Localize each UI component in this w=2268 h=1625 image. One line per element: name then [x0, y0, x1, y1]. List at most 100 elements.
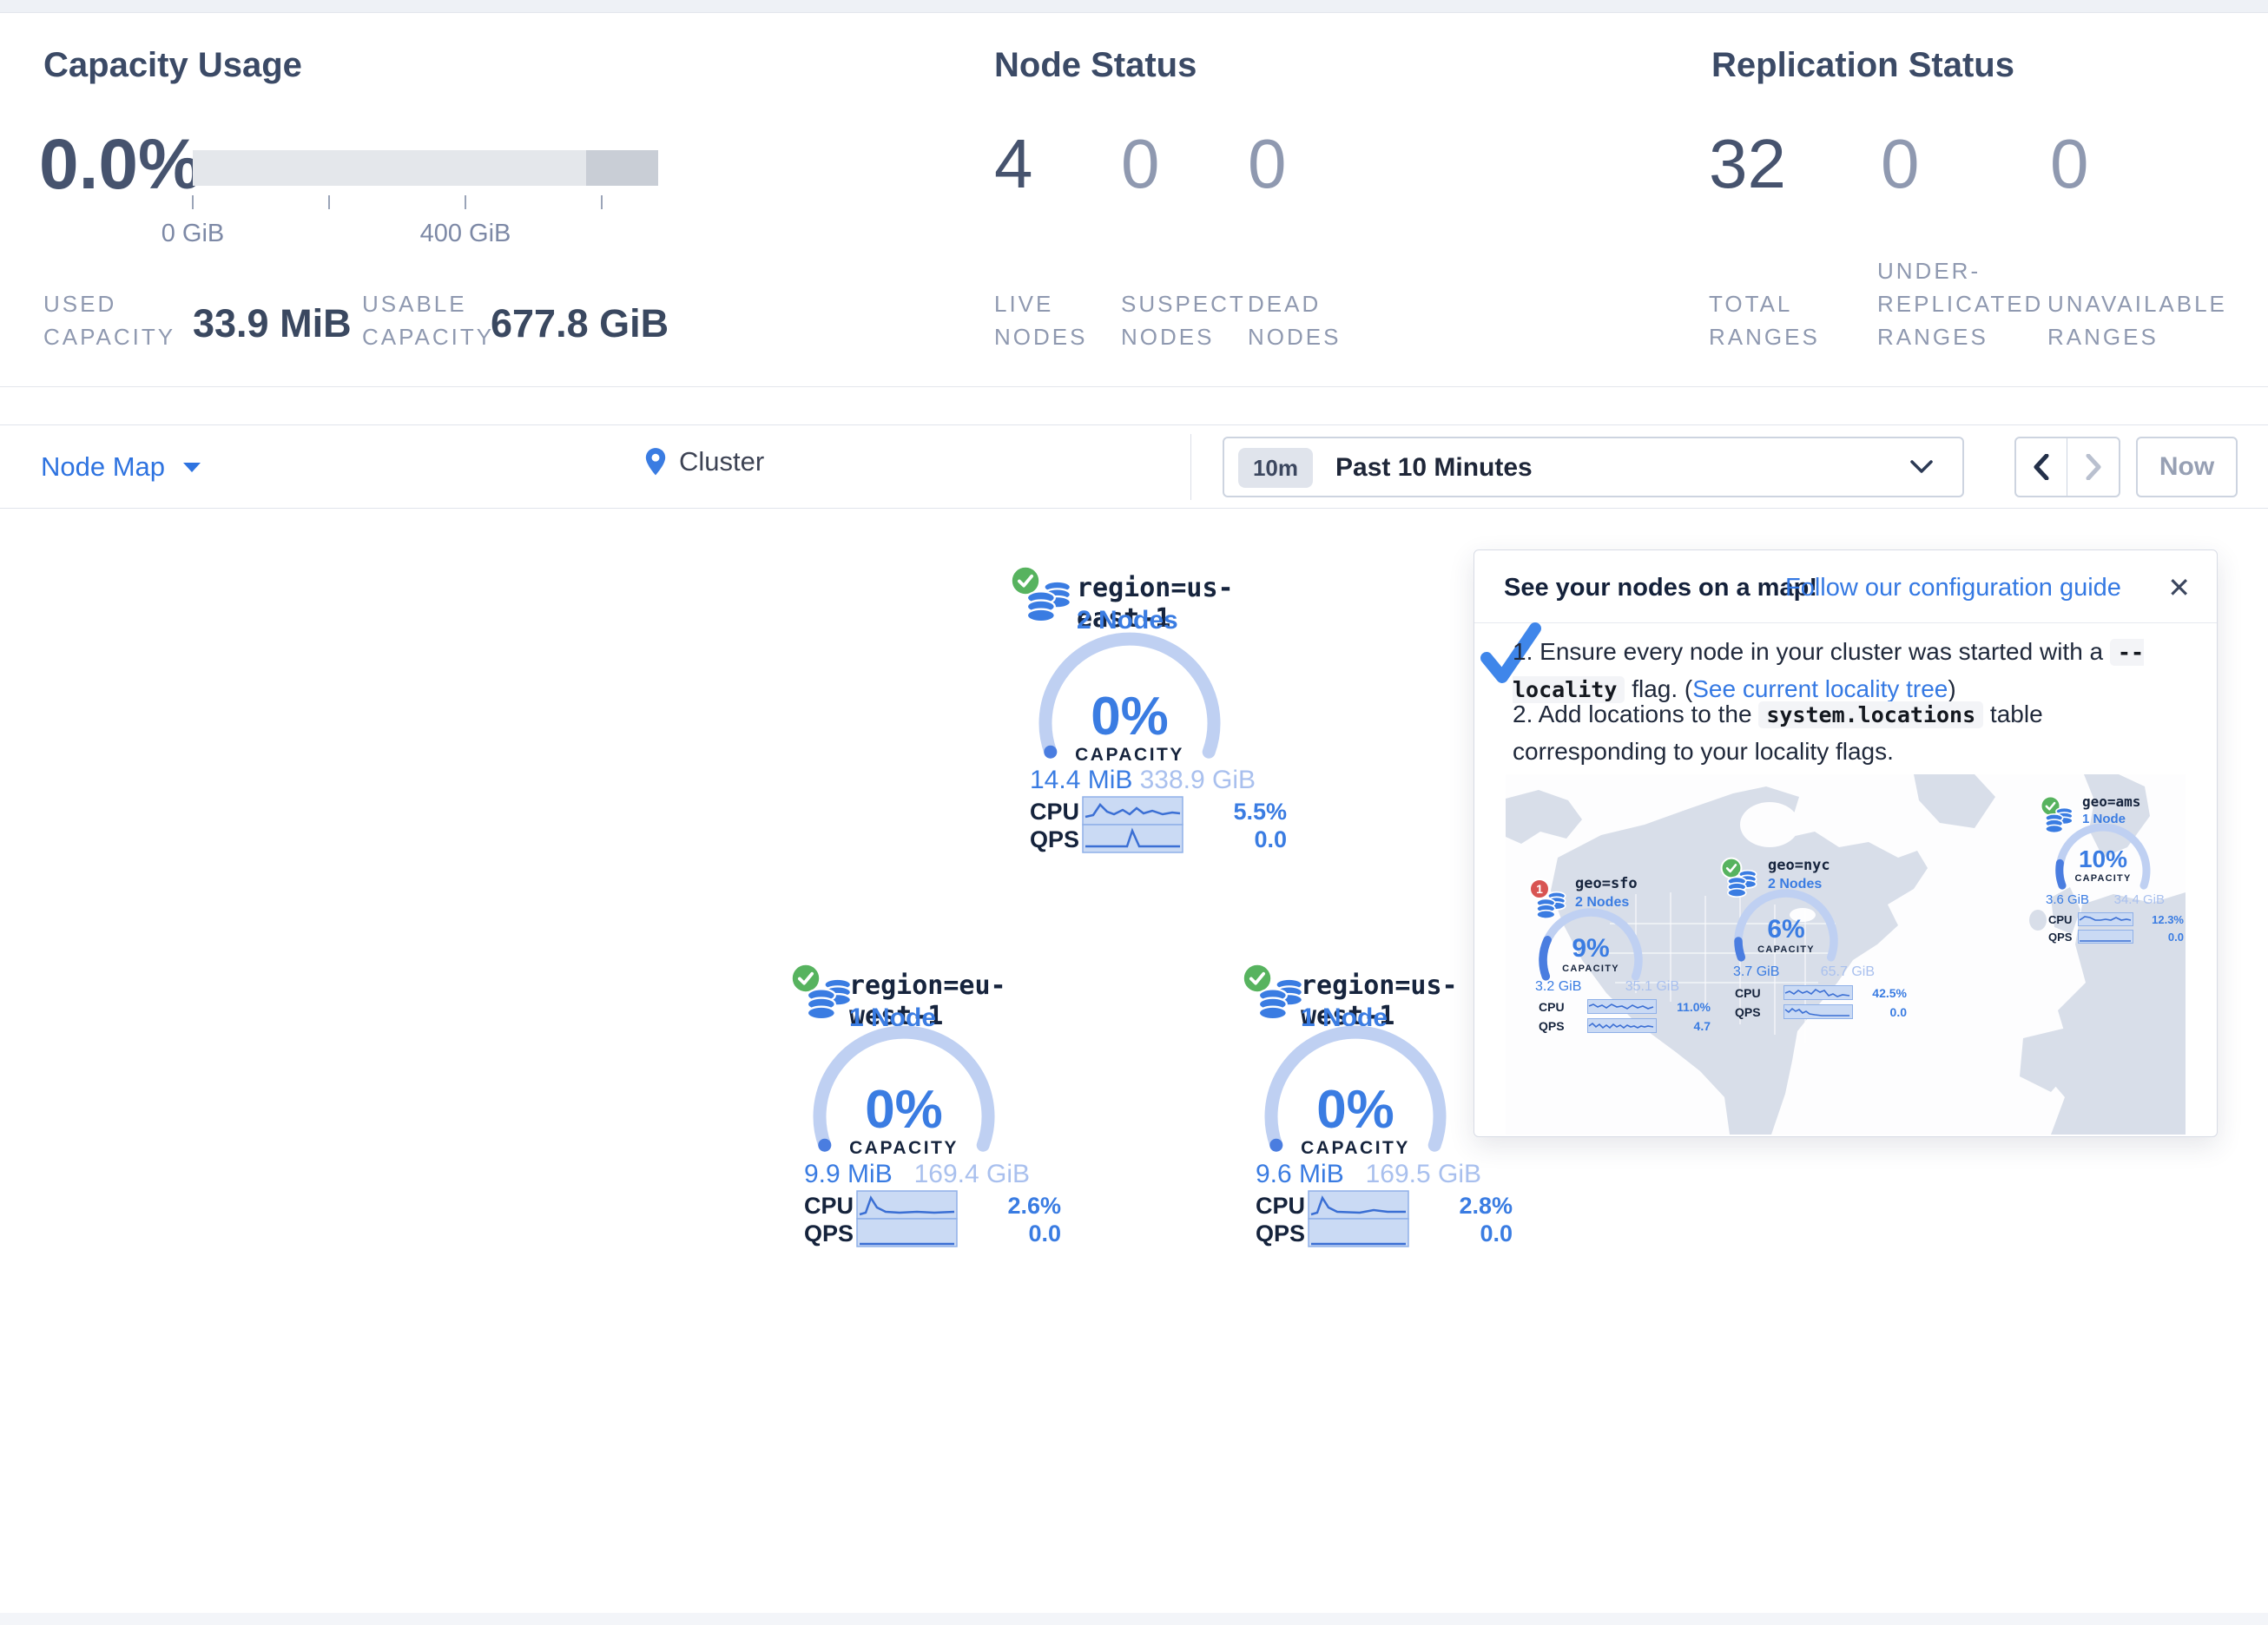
cpu-row: CPU 42.5%	[1735, 985, 1907, 1001]
qps-row: QPS 0.0	[1256, 1218, 1481, 1247]
config-step-2: 2. Add locations to the system.locations…	[1513, 696, 2186, 770]
time-range-label: Past 10 Minutes	[1335, 453, 1533, 483]
capacity-tick-label-0: 0 GiB	[132, 220, 254, 248]
node-map-page: Capacity Usage 0.0% 0 GiB 400 GiB USED C…	[0, 0, 2268, 1625]
used-capacity: 3.7 GiB	[1733, 964, 1779, 980]
qps-label: QPS	[1735, 1005, 1761, 1019]
cpu-value: 5.5%	[1186, 799, 1287, 826]
close-icon[interactable]: ✕	[2167, 571, 2191, 604]
qps-row: QPS 0.0	[1735, 1004, 1907, 1020]
toolbar-divider	[1190, 434, 1191, 500]
capacity-percent: 0%	[1034, 686, 1225, 747]
total-capacity: 35.1 GiB	[1619, 979, 1679, 995]
dead-nodes-value: 0	[1248, 124, 1287, 204]
total-capacity: 169.4 GiB	[908, 1160, 1030, 1189]
cpu-label: CPU	[2048, 913, 2072, 926]
qps-label: QPS	[1539, 1019, 1565, 1033]
replication-status-title: Replication Status	[1711, 46, 2014, 85]
popup-title: See your nodes on a map!	[1504, 574, 1817, 602]
step-text: Add locations to the	[1539, 701, 1759, 727]
map-node-geo-sfo: 1 geo=sfo 2 Nodes 9% CAPACITY 3.2 GiB 35…	[1520, 870, 1711, 1043]
locality-label: geo=sfo	[1575, 875, 1638, 892]
cpu-row: CPU 5.5%	[1030, 796, 1256, 826]
used-capacity-label: USED CAPACITY	[43, 287, 182, 353]
qps-label: QPS	[804, 1220, 854, 1247]
capacity-bar	[193, 150, 658, 186]
cpu-sparkline	[1783, 985, 1853, 1000]
unavailable-value: 0	[2050, 124, 2089, 204]
popup-header: See your nodes on a map! Follow our conf…	[1474, 550, 2217, 623]
time-range-dropdown[interactable]: 10m Past 10 Minutes	[1223, 437, 1964, 497]
capacity-tick	[192, 195, 194, 209]
view-selector-label: Node Map	[41, 451, 165, 483]
map-toolbar: Node Map Cluster 10m Past 10 Minutes	[0, 424, 2268, 509]
qps-row: QPS 0.0	[2048, 930, 2186, 944]
cpu-value: 11.0%	[1665, 1000, 1711, 1014]
cpu-label: CPU	[1030, 799, 1079, 826]
region-node-us-west-1[interactable]: region=us-west-1 1 Node 0% CAPACITY 9.6 …	[1224, 955, 1493, 1259]
map-pin-icon	[644, 447, 667, 477]
region-node-eu-west-1[interactable]: region=eu-west-1 1 Node 0% CAPACITY 9.9 …	[773, 955, 1042, 1259]
cpu-sparkline	[1082, 796, 1183, 826]
unavailable-ranges-label: UNAVAILABLE RANGES	[2047, 287, 2247, 353]
cpu-sparkline	[1587, 999, 1657, 1014]
live-nodes-label: LIVE NODES	[994, 287, 1098, 353]
qps-sparkline	[1082, 824, 1183, 853]
capacity-tick	[601, 195, 603, 209]
used-capacity-value: 33.9 MiB	[193, 301, 352, 346]
chevron-left-icon	[2034, 454, 2049, 480]
chevron-down-icon	[182, 461, 201, 473]
capacity-caption: CAPACITY	[2051, 873, 2155, 884]
page-bottom-strip	[0, 1613, 2268, 1625]
database-icon	[1256, 974, 1307, 1024]
live-nodes-value: 4	[994, 124, 1033, 204]
time-forward-button[interactable]	[2067, 438, 2119, 496]
chevron-right-icon	[2086, 454, 2101, 480]
time-nav-buttons	[2014, 437, 2120, 497]
time-preset-badge: 10m	[1238, 448, 1313, 488]
locality-label: geo=ams	[2082, 793, 2140, 810]
capacity-usage-title: Capacity Usage	[43, 46, 302, 85]
cpu-sparkline	[2078, 912, 2133, 926]
capacity-percent: 0%	[808, 1079, 999, 1141]
configuration-guide-link[interactable]: Follow our configuration guide	[1785, 574, 2121, 602]
used-capacity: 9.6 MiB	[1256, 1160, 1344, 1189]
total-ranges-value: 32	[1709, 124, 1786, 204]
capacity-caption: CAPACITY	[1034, 745, 1225, 766]
under-replicated-value: 0	[1881, 124, 1920, 204]
cpu-value: 2.6%	[960, 1193, 1061, 1220]
cpu-value: 42.5%	[1862, 986, 1907, 1000]
qps-sparkline	[1308, 1218, 1409, 1247]
total-capacity: 169.5 GiB	[1360, 1160, 1481, 1189]
usable-capacity-label: USABLE CAPACITY	[362, 287, 510, 353]
cluster-summary-panel: Capacity Usage 0.0% 0 GiB 400 GiB USED C…	[0, 12, 2268, 387]
suspect-nodes-label: SUSPECT NODES	[1121, 287, 1238, 353]
capacity-tick	[465, 195, 466, 209]
capacity-caption: CAPACITY	[808, 1138, 999, 1159]
system-locations-code: system.locations	[1758, 701, 1983, 728]
capacity-tick	[328, 195, 330, 209]
now-button[interactable]: Now	[2136, 437, 2238, 497]
capacity-percent: 9%	[1534, 934, 1647, 964]
used-capacity: 9.9 MiB	[804, 1160, 893, 1189]
cpu-sparkline	[856, 1190, 958, 1220]
qps-value: 0.0	[960, 1220, 1061, 1247]
region-node-us-east-1[interactable]: region=us-east-1 2 Nodes 0% CAPACITY 14.…	[999, 557, 1268, 861]
total-capacity: 65.7 GiB	[1814, 964, 1875, 980]
capacity-caption: CAPACITY	[1730, 944, 1843, 955]
cpu-value: 2.8%	[1412, 1193, 1513, 1220]
breadcrumb[interactable]: Cluster	[644, 446, 764, 477]
qps-label: QPS	[1030, 826, 1079, 853]
view-selector-dropdown[interactable]: Node Map	[41, 451, 201, 483]
qps-value: 4.7	[1665, 1019, 1711, 1033]
node-status-title: Node Status	[994, 46, 1197, 85]
dead-nodes-label: DEAD NODES	[1248, 287, 1352, 353]
qps-label: QPS	[1256, 1220, 1305, 1247]
step-text: Ensure every node in your cluster was st…	[1539, 638, 2110, 665]
step-number: 2.	[1513, 701, 1533, 727]
time-back-button[interactable]	[2016, 438, 2067, 496]
total-capacity: 34.4 GiB	[2113, 892, 2165, 907]
cpu-label: CPU	[1539, 1000, 1565, 1014]
cpu-row: CPU 11.0%	[1539, 999, 1711, 1015]
qps-value: 0.0	[1412, 1220, 1513, 1247]
